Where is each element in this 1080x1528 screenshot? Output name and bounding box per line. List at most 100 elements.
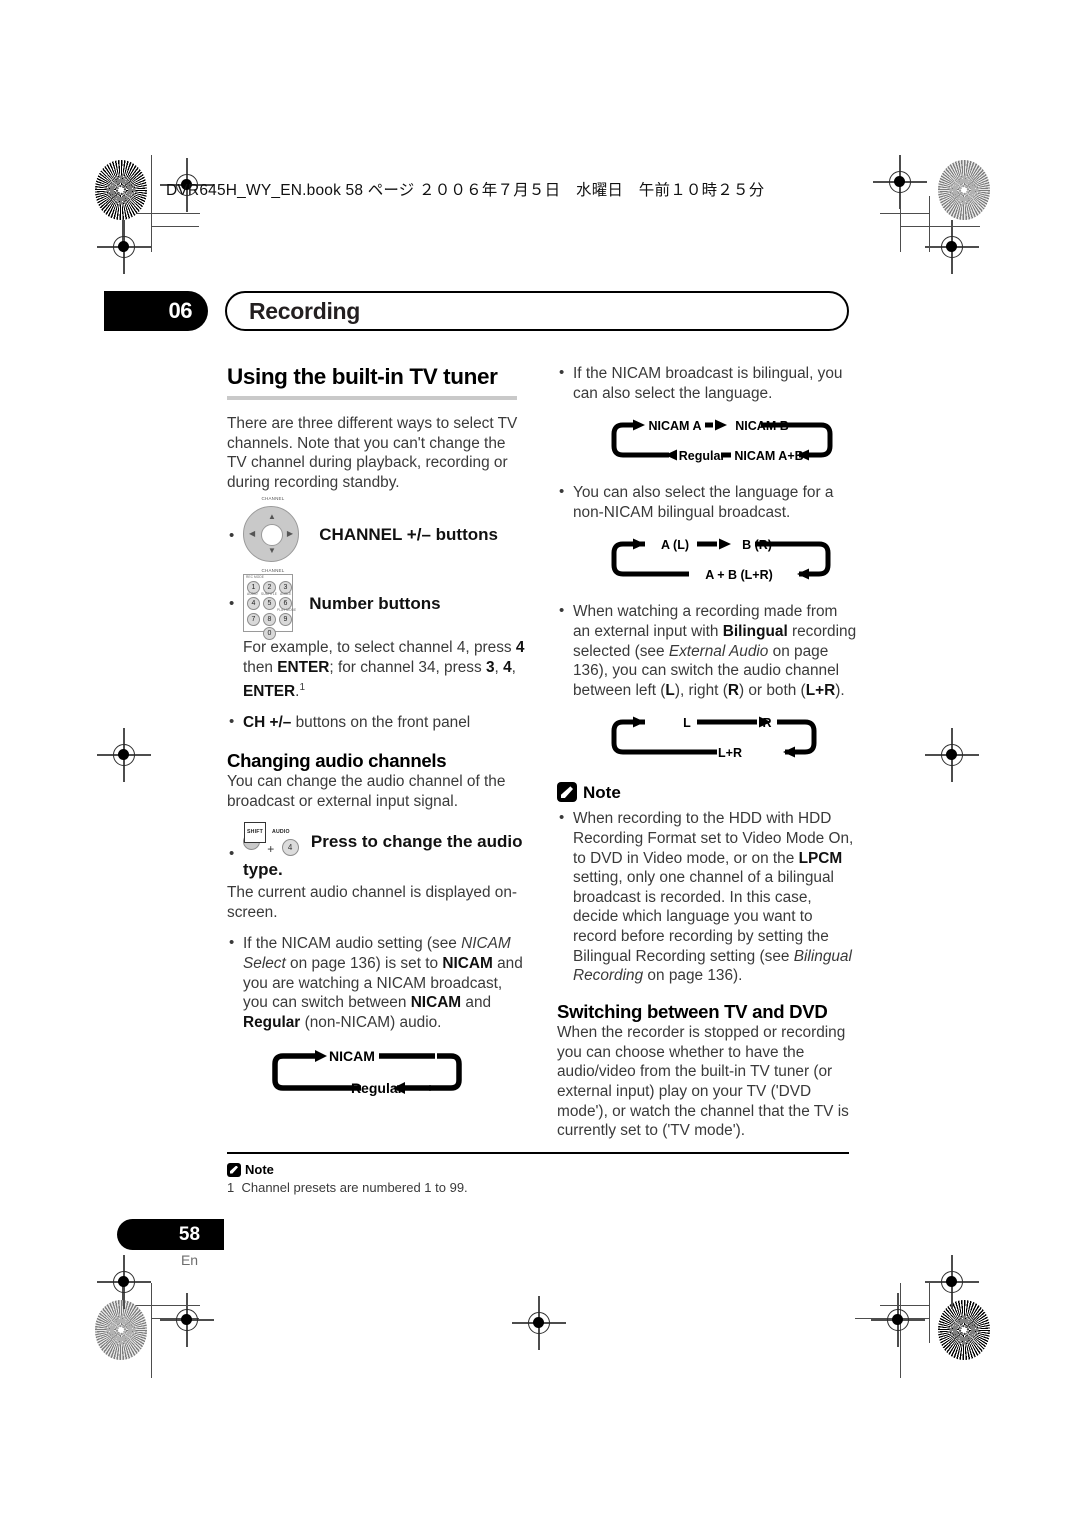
ext-b4: L+R [805,681,836,699]
cycle-b-r: B (R) [742,538,772,552]
keypad-key-8: 8 [263,613,276,627]
cycle-a-l: A (L) [661,538,689,552]
example-text-5: , [511,658,516,676]
footnote-note-header: Note [227,1162,849,1177]
example-key-4: 4 [515,639,525,657]
list-item: When watching a recording made from an e… [557,601,857,700]
footnote-block: Note 1 Channel presets are numbered 1 to… [227,1152,849,1196]
channel-pad-bottom-label: CHANNEL [261,568,285,574]
channel-buttons-label: CHANNEL +/– buttons [319,524,498,544]
audio-button-label: AUDIO [272,828,290,835]
list-item: When recording to the HDD with HDD Recor… [557,808,857,985]
trim-line [151,226,199,227]
nicam-t2: on page 136) is set to [285,954,443,972]
density-starburst-mark [938,160,990,220]
example-key-3: 3 [485,658,495,676]
cycle-l-plus-r: L+R [718,746,742,760]
list-item: You can also select the language for a n… [557,482,857,522]
keypad-label-angle: ANGLE [280,592,292,597]
channel-pad-top-label: CHANNEL [261,496,285,502]
cycle-nicam-b: NICAM B [735,419,788,433]
cycle-l: L [683,716,691,730]
density-starburst-mark [938,1300,990,1360]
left-column: Using the built-in TV tuner There are th… [227,364,527,1118]
example-text-1: For example, to select channel 4, press [243,639,516,657]
density-starburst-mark [95,160,147,220]
ext-b2: L [665,681,675,699]
number-buttons-label: Number buttons [309,593,441,613]
registration-mark [512,1296,566,1350]
list-item: CH +/– buttons on the front panel [227,712,527,733]
ext-t4: ), right ( [674,681,728,699]
cycle-diagram-nicam-ab: NICAM A NICAM B Regular NICAM A+B [609,413,857,469]
page-language-code: En [180,1252,199,1268]
bilingual-bullet-list: If the NICAM broadcast is bilingual, you… [557,363,857,403]
number-buttons-row: REC MODE 1 2 3 AUDIO SUBTITLE ANGLE 4 5 … [227,574,527,641]
shift-audio-row: SHIFT + AUDIO 4 Press to change the audi… [227,821,527,879]
registration-mark [871,1293,925,1347]
page-number: 58 [117,1219,224,1250]
note-b1: LPCM [798,849,843,867]
keypad-label-subtitle: SUBTITLE [261,592,278,597]
front-panel-rest: buttons on the front panel [291,714,471,732]
nicam-bullet-list: If the NICAM audio setting (see NICAM Se… [227,933,527,1032]
shift-button-label: SHIFT [244,821,266,844]
footnote-note-label: Note [245,1162,274,1177]
list-item: If the NICAM audio setting (see NICAM Se… [227,933,527,1032]
cycle-r: R [762,716,771,730]
channel-pad: ▲ ▼ ◀ ▶ [243,506,299,563]
title-rule [227,396,517,400]
press-audio-after: The current audio channel is displayed o… [227,884,518,921]
registration-mark [873,155,927,209]
density-starburst-mark [95,1300,147,1360]
section-heading-changing-audio: Changing audio channels [227,749,447,771]
shift-audio-graphic: SHIFT + AUDIO 4 [243,821,299,860]
ext-i1: External Audio [668,642,769,660]
front-panel-key: CH +/– [243,714,292,732]
channel-up-arrow-icon: ▲ [268,512,276,522]
nicam-t1: If the NICAM audio setting (see [243,935,462,953]
trim-line [151,155,152,252]
note-header: Note [557,782,857,803]
ext-b1: Bilingual [722,622,788,640]
example-text-4: , [494,658,504,676]
registration-mark [97,220,151,274]
registration-mark [925,728,979,782]
keypad-label-playmode: PLAY MODE [277,608,297,613]
cycle-nicam-a: NICAM A [648,419,701,433]
footnote-rule [227,1152,849,1154]
cycle-diagram-l-r-lr: L R L+R [609,710,857,766]
chapter-banner: 06 Recording [104,291,849,331]
footnote-number: 1 [227,1180,235,1195]
page-title: Using the built-in TV tuner [227,364,498,389]
trim-line [151,1283,152,1378]
front-panel-list: CH +/– buttons on the front panel [227,712,527,733]
keypad-key-5: 5 [263,597,276,611]
keypad-key-4: 4 [247,597,260,611]
trim-line [880,213,930,214]
left-arrow-icon: ◀ [249,529,256,539]
switching-body-paragraph: When the recorder is stopped or recordin… [557,1024,849,1140]
example-text-2: then [243,658,278,676]
chapter-title: Recording [225,291,849,331]
footnote-text: Channel presets are numbered 1 to 99. [241,1180,468,1195]
keypad-key-7: 7 [247,613,260,627]
pencil-icon [557,782,577,803]
list-item: If the NICAM broadcast is bilingual, you… [557,363,857,403]
nicam-b2: NICAM [410,994,462,1012]
example-key-4b: 4 [503,658,512,676]
nicam-b3: Regular [243,1013,301,1031]
keypad-label-audio: AUDIO [247,592,258,597]
example-text-3: ; for channel 34, press [329,658,486,676]
right-arrow-icon: ▶ [286,529,293,539]
example-key-enter-2: ENTER [243,682,296,700]
note-t3: on page 136). [643,967,743,985]
cycle-nicam-apb: NICAM A+B [734,449,803,463]
note-label: Note [583,782,621,802]
ext-b3: R [727,681,739,699]
cycle-a-plus-b: A + B (L+R) [705,568,773,582]
registration-mark [160,1293,214,1347]
non-nicam-bullet-list: You can also select the language for a n… [557,482,857,522]
keypad-top-label: REC MODE [246,575,264,580]
channel-pad-center [261,524,283,547]
